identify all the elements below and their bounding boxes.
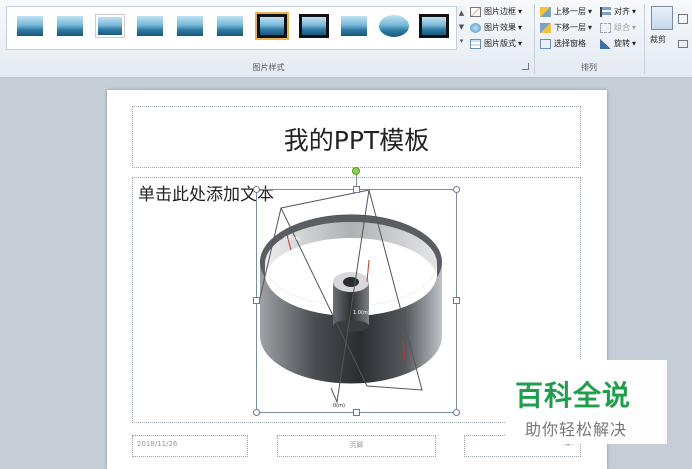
picture-style-thumb[interactable] [419, 14, 449, 38]
ribbon: ▲ ▼ ▾ 图片边框 ▾ 图片效果 ▾ 图片版式 ▾ 上移一层 ▾ 下移一层 ▾ 选择窗格… [0, 0, 692, 78]
footer-date[interactable]: 2018/11/26 [132, 435, 248, 457]
selected-picture[interactable]: 0.5(m) 1.0(m) 0(m) [256, 189, 457, 413]
group-label-picture-styles: 图片样式 [252, 63, 285, 72]
picture-style-thumb[interactable] [215, 14, 245, 38]
gallery-scroll[interactable]: ▲ ▼ ▾ [456, 6, 466, 50]
title-placeholder[interactable]: 我的PPT模板 [132, 106, 581, 168]
selection-pane-button[interactable]: 选择窗格 [540, 37, 586, 51]
gallery-more-icon[interactable]: ▾ [457, 34, 466, 48]
rotation-handle[interactable] [352, 167, 360, 175]
ribbon-separator [644, 4, 645, 74]
layout-icon [470, 39, 481, 49]
group-label-arrange: 排列 [581, 63, 597, 72]
watermark: 百科全说 助你轻松解决 [505, 360, 667, 444]
resize-handle-sw[interactable] [253, 409, 260, 416]
picture-layout-label: 图片版式 [484, 39, 516, 48]
picture-layout-button[interactable]: 图片版式 ▾ [470, 37, 522, 51]
picture-style-thumb[interactable] [15, 14, 45, 38]
resize-handle-s[interactable] [353, 409, 360, 416]
align-icon [600, 7, 611, 17]
resize-handle-n[interactable] [353, 186, 360, 193]
gallery-up-icon[interactable]: ▲ [457, 6, 466, 20]
resize-handle-se[interactable] [453, 409, 460, 416]
picture-style-thumb[interactable] [299, 14, 329, 38]
picture-border-button[interactable]: 图片边框 ▾ [470, 5, 522, 19]
dialog-launcher-icon[interactable] [522, 63, 529, 70]
picture-effects-button[interactable]: 图片效果 ▾ [470, 21, 522, 35]
picture-style-thumb[interactable] [255, 12, 289, 40]
label-center: 1.0(m) [353, 310, 370, 316]
picture-border-label: 图片边框 [484, 7, 516, 16]
picture-style-thumb[interactable] [55, 14, 85, 38]
send-backward-label: 下移一层 [554, 23, 586, 32]
size-icon[interactable] [678, 40, 688, 48]
pencil-icon [470, 7, 481, 17]
resize-handle-nw[interactable] [253, 186, 260, 193]
crop-button[interactable]: 裁剪 [650, 34, 666, 45]
align-button[interactable]: 对齐 ▾ [600, 5, 636, 19]
picture-style-thumb[interactable] [95, 14, 125, 38]
resize-handle-w[interactable] [253, 297, 260, 304]
selection-pane-icon [540, 39, 551, 49]
picture-style-thumb[interactable] [135, 14, 165, 38]
picture-style-gallery [6, 6, 466, 50]
bring-forward-icon [540, 7, 551, 17]
size-icon[interactable] [678, 14, 688, 24]
align-label: 对齐 [614, 7, 630, 16]
label-left: 0.5(m) [284, 236, 301, 242]
picture-style-thumb[interactable] [175, 14, 205, 38]
body-placeholder-text: 单击此处添加文本 [138, 185, 274, 205]
slide-title: 我的PPT模板 [283, 126, 430, 155]
group-icon [600, 23, 611, 33]
label-bottom: 0(m) [333, 403, 345, 409]
picture-style-thumb[interactable] [379, 14, 409, 38]
group-label: 组合 [614, 23, 630, 32]
crop-icon[interactable] [651, 6, 673, 30]
send-backward-button[interactable]: 下移一层 ▾ [540, 21, 592, 35]
resize-handle-e[interactable] [453, 297, 460, 304]
send-backward-icon [540, 23, 551, 33]
group-button[interactable]: 组合 ▾ [600, 21, 636, 35]
selection-pane-label: 选择窗格 [554, 39, 586, 48]
picture-effects-label: 图片效果 [484, 23, 516, 32]
watermark-title: 百科全说 [515, 379, 632, 412]
rotate-icon [600, 39, 611, 49]
effects-icon [470, 23, 481, 33]
footer-center-text: 页脚 [349, 441, 364, 449]
gallery-down-icon[interactable]: ▼ [457, 20, 466, 34]
bring-forward-button[interactable]: 上移一层 ▾ [540, 5, 592, 19]
ring-diagram: 0.5(m) 1.0(m) 0(m) [258, 189, 442, 409]
rotate-button[interactable]: 旋转 ▾ [600, 37, 636, 51]
footer-date-text: 2018/11/26 [137, 440, 178, 448]
footer-center[interactable]: 页脚 [277, 435, 436, 457]
bring-forward-label: 上移一层 [554, 7, 586, 16]
resize-handle-ne[interactable] [453, 186, 460, 193]
rotate-label: 旋转 [614, 39, 630, 48]
watermark-subtitle: 助你轻松解决 [525, 420, 628, 439]
picture-style-thumb[interactable] [339, 14, 369, 38]
